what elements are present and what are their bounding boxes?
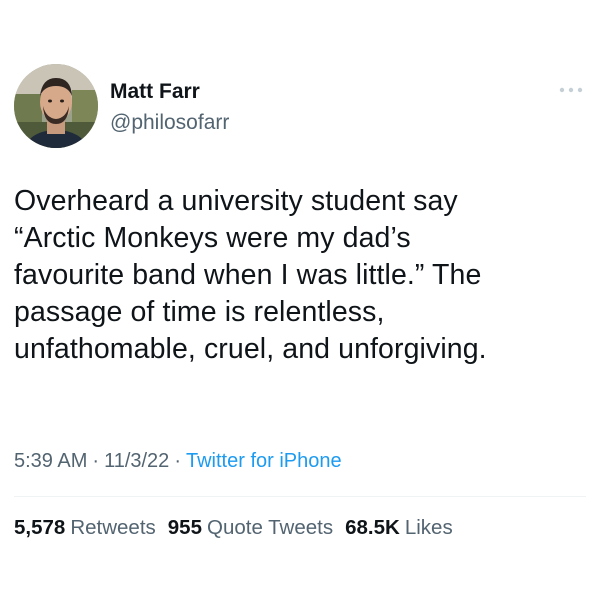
tweet-text: Overheard a university student say “Arct… [14,183,589,368]
tweet-header: Matt Farr @philosofarr [14,64,586,152]
retweets-label: Retweets [70,516,156,539]
author-display-name[interactable]: Matt Farr [110,80,200,104]
tweet-date[interactable]: 11/3/22 [104,450,169,472]
tweet-stats: 5,578 Retweets 955 Quote Tweets 68.5K Likes [14,516,465,540]
tweet-text-line: Overheard a university student say [14,185,458,217]
tweet-time[interactable]: 5:39 AM [14,450,87,472]
author-handle[interactable]: @philosofarr [110,111,229,135]
retweets-count: 5,578 [14,516,66,539]
tweet-meta: 5:39 AM · 11/3/22 · Twitter for iPhone [14,450,342,473]
quote-tweets-stat[interactable]: 955 Quote Tweets [168,516,333,540]
avatar[interactable] [14,64,98,148]
meta-separator: · [174,450,181,472]
tweet-text-line: passage of time is relentless, [14,296,385,328]
avatar-photo-icon [14,64,98,148]
tweet-text-line: “Arctic Monkeys were my dad’s [14,222,411,254]
more-options-icon[interactable] [558,82,584,93]
tweet-source-link[interactable]: Twitter for iPhone [186,450,342,472]
meta-separator: · [92,450,100,472]
divider [14,496,586,497]
tweet-card: Matt Farr @philosofarr Overheard a unive… [0,0,600,600]
quote-tweets-count: 955 [167,516,202,539]
tweet-text-line: favourite band when I was little.” The [14,259,482,291]
likes-stat[interactable]: 68.5K Likes [345,516,453,540]
quote-tweets-label: Quote Tweets [207,516,334,539]
likes-label: Likes [404,516,453,539]
tweet-text-line: unfathomable, cruel, and unforgiving. [14,333,487,365]
retweets-stat[interactable]: 5,578 Retweets [14,516,156,540]
likes-count: 68.5K [345,516,400,539]
